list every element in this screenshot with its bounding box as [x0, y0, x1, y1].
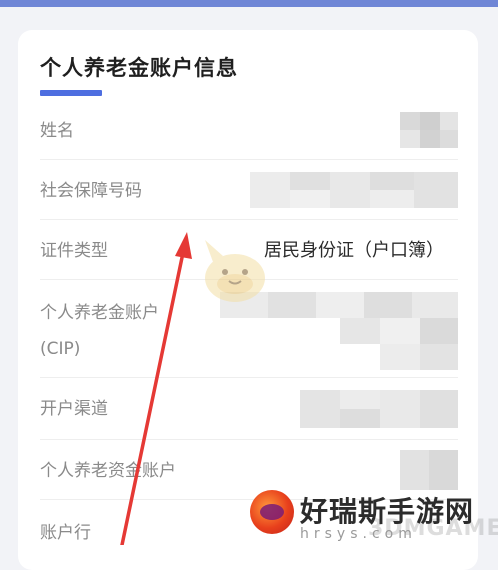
row-label: 开户渠道	[40, 399, 108, 419]
row-label: 证件类型	[40, 241, 108, 261]
masked-value	[400, 112, 458, 148]
mascot-watermark-icon	[205, 240, 265, 302]
card-title: 个人养老金账户信息	[40, 56, 238, 80]
top-accent-bar	[0, 0, 498, 7]
info-row-channel: 开户渠道	[40, 378, 458, 440]
watermark-brand: 好瑞斯手游网	[300, 495, 475, 528]
row-label: 个人养老资金账户	[40, 461, 176, 481]
title-underline	[40, 90, 102, 96]
site-logo-icon	[250, 490, 294, 534]
row-label-line2: (CIP)	[40, 339, 81, 359]
info-row-social-security: 社会保障号码	[40, 160, 458, 220]
masked-value	[250, 172, 458, 208]
row-label: 姓名	[40, 121, 74, 141]
watermark-url: hrsys.com	[300, 526, 417, 542]
info-row-name: 姓名	[40, 100, 458, 160]
masked-value	[300, 390, 458, 428]
row-label-line1: 个人养老金账户	[40, 303, 159, 323]
masked-value	[400, 450, 458, 490]
row-value: 居民身份证（户口簿）	[264, 236, 444, 262]
row-label: 社会保障号码	[40, 181, 142, 201]
